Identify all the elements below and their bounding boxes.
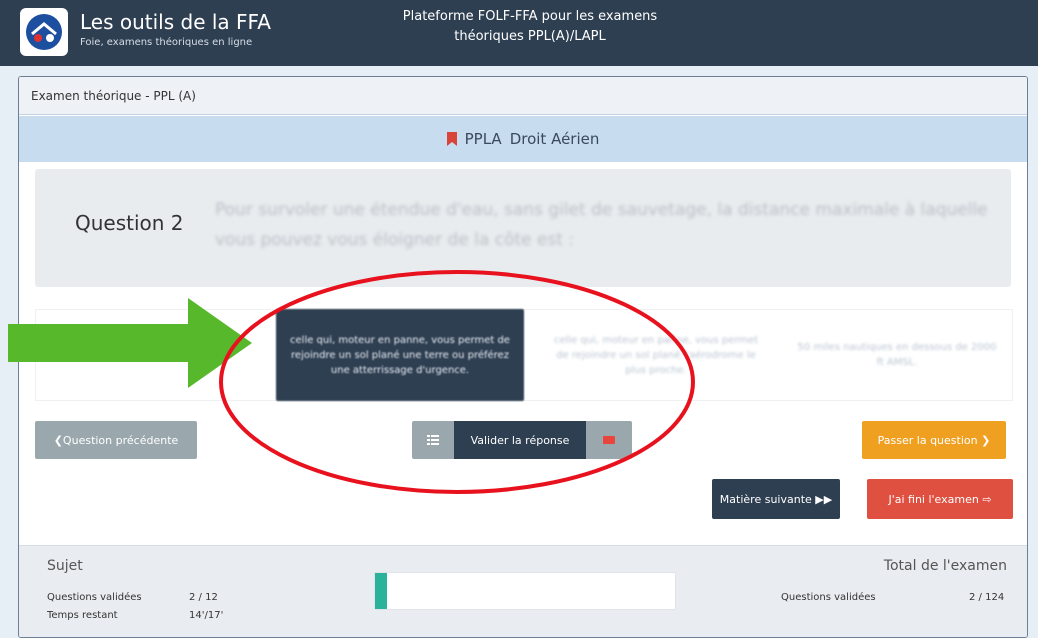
grid-list-icon <box>427 435 439 445</box>
subject-name: Droit Aérien <box>509 130 600 148</box>
question-label: Question 2 <box>75 211 184 235</box>
validate-answer-button[interactable]: Valider la réponse <box>454 421 586 459</box>
validated-label: Questions validées <box>47 592 142 603</box>
bookmark-icon <box>446 132 457 146</box>
ffa-logo <box>20 8 68 56</box>
total-validated-label: Questions validées <box>781 592 876 603</box>
answers-row: 50 NM de la côte celle qui, moteur en pa… <box>35 309 1013 401</box>
question-box: Question 2 Pour survoler une étendue d'e… <box>35 169 1011 287</box>
progress-fill <box>375 573 387 609</box>
platform-line-2: théoriques PPL(A)/LAPL <box>454 29 606 44</box>
subject-bar: PPLA Droit Aérien <box>19 116 1027 162</box>
answer-option-1[interactable]: 50 NM de la côte <box>36 310 276 400</box>
subject-validated-value: 2 / 12 <box>189 592 218 603</box>
platform-line-1: Plateforme FOLF-FFA pour les examens <box>402 9 658 24</box>
exam-panel: Examen théorique - PPL (A) PPLA Droit Aé… <box>18 76 1028 638</box>
answer-option-3[interactable]: celle qui, moteur en panne, vous permet … <box>536 310 776 400</box>
top-header: Les outils de la FFA Foie, examens théor… <box>0 0 1038 66</box>
exam-footer: Sujet Total de l'examen Questions validé… <box>19 545 1027 637</box>
answer-option-4[interactable]: 50 miles nautiques en dessous de 2000 ft… <box>782 310 1012 400</box>
remaining-time-label: Temps restant <box>47 610 118 621</box>
question-text: Pour survoler une étendue d'eau, sans gi… <box>215 200 988 250</box>
skip-question-button[interactable]: Passer la question ❯ <box>862 421 1006 459</box>
flag-question-button[interactable] <box>586 421 632 459</box>
next-subject-button[interactable]: Matière suivante ▶▶ <box>712 479 840 519</box>
question-grid-button[interactable] <box>412 421 454 459</box>
remaining-time-value: 14'/17' <box>189 610 224 621</box>
subject-section-title: Sujet <box>47 558 83 574</box>
flag-icon <box>603 436 615 444</box>
validate-group: Valider la réponse <box>412 421 632 459</box>
exam-title: Examen théorique - PPL (A) <box>19 77 1027 115</box>
answer-option-2-selected[interactable]: celle qui, moteur en panne, vous permet … <box>276 309 524 401</box>
previous-question-button[interactable]: ❮Question précédente <box>35 421 197 459</box>
app-title: Les outils de la FFA <box>80 10 271 34</box>
finish-exam-button[interactable]: J'ai fini l'examen ⇨ <box>867 479 1013 519</box>
total-validated-value: 2 / 124 <box>969 592 1005 603</box>
subject-code: PPLA <box>464 130 502 148</box>
platform-title: Plateforme FOLF-FFA pour les examens thé… <box>360 7 700 47</box>
total-section-title: Total de l'examen <box>883 558 1007 574</box>
exam-progress-bar <box>374 572 676 610</box>
app-subtitle: Foie, examens théoriques en ligne <box>80 37 253 48</box>
